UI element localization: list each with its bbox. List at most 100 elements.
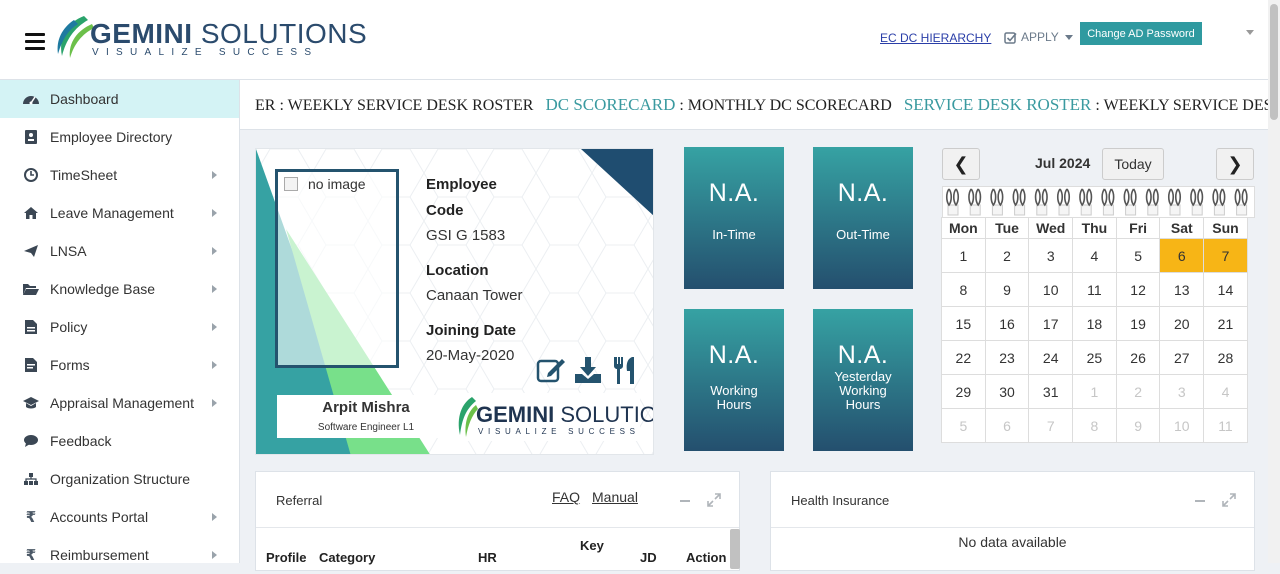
calendar-day-cell[interactable]: 9 — [984, 272, 1030, 307]
minimize-icon[interactable] — [1195, 500, 1205, 502]
calendar-day-cell[interactable]: 1 — [1072, 374, 1117, 409]
calendar-next-button[interactable]: ❯ — [1216, 148, 1254, 180]
calendar-day-cell[interactable]: 24 — [1028, 340, 1074, 375]
chevron-right-icon — [212, 285, 217, 293]
calendar-day-cell[interactable]: 6 — [984, 408, 1030, 443]
calendar-day-cell[interactable]: 11 — [1072, 272, 1117, 307]
calendar-grid: Mon Tue Wed Thu Fri Sat Sun 1 2 3 4 5 6 7 8 9 10 11 12 13 14… — [941, 217, 1255, 443]
utensils-icon[interactable] — [610, 355, 640, 385]
sidebar-item-leave-management[interactable]: Leave Management — [0, 194, 239, 232]
calendar-day-cell[interactable]: 22 — [941, 340, 986, 375]
expand-icon[interactable] — [707, 493, 721, 507]
ticker-item[interactable]: SERVICE DESK ROSTER : WEEKLY SERVICE DES… — [904, 95, 1268, 114]
calendar-day-cell[interactable]: 19 — [1115, 306, 1161, 341]
calendar-day-cell[interactable]: 2 — [984, 238, 1030, 273]
calendar-day-cell[interactable]: 15 — [941, 306, 986, 341]
calendar-day-cell[interactable]: 26 — [1115, 340, 1161, 375]
sidebar-item-label: Feedback — [50, 433, 112, 449]
calendar-day-cell[interactable]: 7 — [1203, 238, 1248, 273]
sidebar-item-policy[interactable]: Policy — [0, 308, 239, 346]
referral-scrollbar[interactable] — [730, 529, 740, 569]
calendar-day-cell[interactable]: 29 — [941, 374, 986, 409]
calendar-day-cell[interactable]: 27 — [1159, 340, 1205, 375]
sidebar-item-timesheet[interactable]: TimeSheet — [0, 156, 239, 194]
weekday-header: Sun — [1203, 217, 1248, 239]
calendar-day-cell[interactable]: 21 — [1203, 306, 1248, 341]
sidebar-item-label: Policy — [50, 319, 88, 335]
apply-dropdown[interactable]: APPLY — [1004, 30, 1073, 44]
yesterday-working-hours-value: N.A. — [837, 341, 889, 369]
calendar-week-row: 5 6 7 8 9 10 11 — [941, 408, 1255, 443]
calendar-day-cell[interactable]: 12 — [1115, 272, 1161, 307]
calendar-day-cell[interactable]: 20 — [1159, 306, 1205, 341]
calendar-day-cell[interactable]: 13 — [1159, 272, 1205, 307]
calendar-day-cell[interactable]: 11 — [1203, 408, 1248, 443]
calendar-day-cell[interactable]: 3 — [1028, 238, 1074, 273]
scrollbar-thumb[interactable] — [1270, 4, 1278, 120]
sidebar-item-employee-directory[interactable]: Employee Directory — [0, 118, 239, 156]
sidebar-item-accounts-portal[interactable]: ₹ Accounts Portal — [0, 498, 239, 536]
home-icon — [22, 205, 40, 221]
calendar-day-cell[interactable]: 23 — [984, 340, 1030, 375]
calendar-day-cell[interactable]: 4 — [1072, 238, 1117, 273]
calendar-day-cell[interactable]: 4 — [1203, 374, 1248, 409]
calendar-day-cell[interactable]: 5 — [941, 408, 986, 443]
sidebar-item-forms[interactable]: Forms — [0, 346, 239, 384]
calendar-day-cell[interactable]: 1 — [941, 238, 986, 273]
weekday-row: Mon Tue Wed Thu Fri Sat Sun — [941, 217, 1255, 239]
calendar-day-cell[interactable]: 18 — [1072, 306, 1117, 341]
page-scrollbar[interactable] — [1268, 0, 1280, 563]
edit-icon[interactable] — [536, 355, 566, 385]
download-icon[interactable] — [573, 355, 603, 385]
ticker-item[interactable]: ER : WEEKLY SERVICE DESK ROSTER — [255, 97, 533, 114]
calendar-day-cell[interactable]: 10 — [1028, 272, 1074, 307]
change-ad-password-button[interactable]: Change AD Password — [1080, 22, 1202, 45]
sidebar-item-knowledge-base[interactable]: Knowledge Base — [0, 270, 239, 308]
calendar-day-cell[interactable]: 9 — [1115, 408, 1161, 443]
sidebar-item-label: Leave Management — [50, 205, 174, 221]
sidebar-item-appraisal-management[interactable]: Appraisal Management — [0, 384, 239, 422]
sidebar-item-organization-structure[interactable]: Organization Structure — [0, 460, 239, 498]
weekday-header: Sat — [1159, 217, 1205, 239]
binder-ring-icon — [1079, 188, 1093, 216]
sidebar-item-label: Accounts Portal — [50, 509, 149, 525]
joining-date-label: Joining Date — [426, 322, 517, 339]
calendar-day-cell[interactable]: 3 — [1159, 374, 1205, 409]
user-menu-caret-icon[interactable] — [1246, 30, 1254, 35]
top-bar: GEMINI SOLUTIONS VISUALIZE SUCCESS EC DC… — [0, 0, 1268, 80]
calendar-day-cell[interactable]: 8 — [941, 272, 986, 307]
sidebar-item-reimbursement[interactable]: ₹ Reimbursement — [0, 536, 239, 574]
calendar-today-button[interactable]: Today — [1102, 148, 1164, 180]
calendar-day-cell[interactable]: 17 — [1028, 306, 1074, 341]
calendar-day-cell[interactable]: 14 — [1203, 272, 1248, 307]
calendar-day-cell[interactable]: 16 — [984, 306, 1030, 341]
sidebar-item-dashboard[interactable]: Dashboard — [0, 80, 239, 118]
expand-icon[interactable] — [1222, 493, 1236, 507]
binder-ring-icon — [1234, 188, 1248, 216]
ec-dc-hierarchy-link[interactable]: EC DC HIERARCHY — [880, 31, 991, 45]
calendar-day-cell[interactable]: 28 — [1203, 340, 1248, 375]
calendar-day-cell[interactable]: 5 — [1115, 238, 1161, 273]
card-logo-wordmark: GEMINI SOLUTIONS — [476, 402, 653, 427]
manual-link[interactable]: Manual — [592, 489, 638, 505]
graduation-cap-icon — [22, 395, 40, 411]
ticker-item[interactable]: DC SCORECARD : MONTHLY DC SCORECARD — [545, 95, 891, 114]
calendar-day-cell[interactable]: 10 — [1159, 408, 1205, 443]
hamburger-menu-icon[interactable] — [25, 33, 45, 50]
calendar-prev-button[interactable]: ❮ — [942, 148, 980, 180]
calendar-day-cell[interactable]: 31 — [1028, 374, 1074, 409]
calendar-day-cell[interactable]: 6 — [1159, 238, 1205, 273]
out-time-label: Out-Time — [836, 227, 890, 242]
gemini-logo[interactable]: GEMINI SOLUTIONS VISUALIZE SUCCESS — [54, 14, 384, 62]
calendar-day-cell[interactable]: 30 — [984, 374, 1030, 409]
sidebar-item-feedback[interactable]: Feedback — [0, 422, 239, 460]
calendar-day-cell[interactable]: 2 — [1115, 374, 1161, 409]
minimize-icon[interactable] — [680, 500, 690, 502]
calendar-day-cell[interactable]: 25 — [1072, 340, 1117, 375]
calendar-day-cell[interactable]: 7 — [1028, 408, 1074, 443]
sidebar-item-lnsa[interactable]: LNSA — [0, 232, 239, 270]
calendar-day-cell[interactable]: 8 — [1072, 408, 1117, 443]
column-header[interactable]: Key — [580, 538, 604, 553]
faq-link[interactable]: FAQ — [552, 489, 580, 505]
rupee-icon: ₹ — [25, 547, 37, 564]
